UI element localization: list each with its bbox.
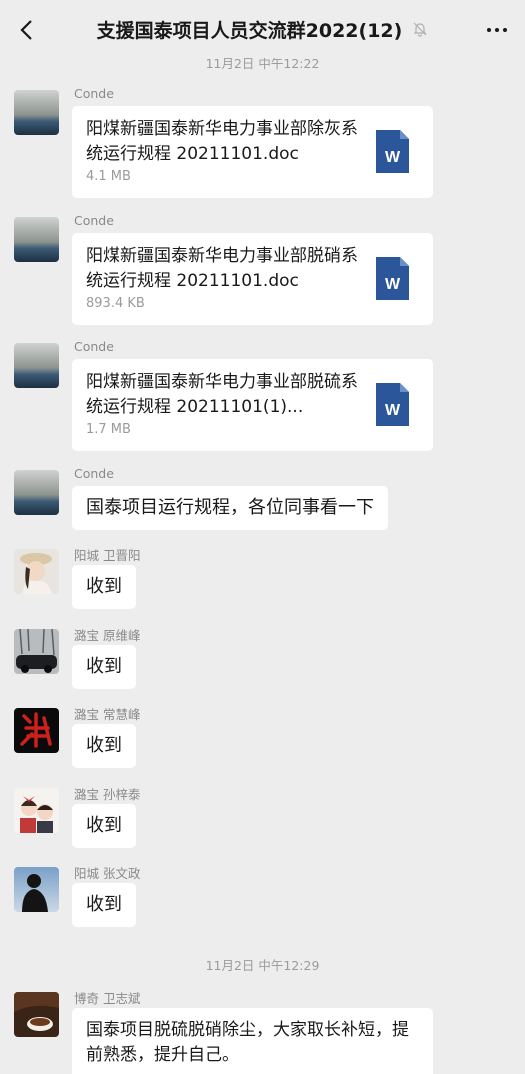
sender-name: Conde bbox=[74, 86, 114, 101]
file-message[interactable]: 阳煤新疆国泰新华电力事业部脱硝系统运行规程 20211101.doc 893.4… bbox=[72, 233, 433, 325]
sender-name: Conde bbox=[74, 466, 114, 481]
file-message[interactable]: 阳煤新疆国泰新华电力事业部脱硫系统运行规程 20211101(1)... 1.7… bbox=[72, 359, 433, 451]
avatar[interactable] bbox=[14, 629, 59, 674]
chat-header: 支援国泰项目人员交流群2022(12) bbox=[0, 0, 525, 58]
avatar[interactable] bbox=[14, 90, 59, 135]
avatar[interactable] bbox=[14, 470, 59, 515]
svg-text:W: W bbox=[385, 149, 401, 166]
sender-name: Conde bbox=[74, 213, 114, 228]
text-message-content: 国泰项目脱硫脱硝除尘，大家取长补短，提前熟悉，提升自己。 bbox=[86, 1020, 409, 1065]
sender-name: 阳城 张文政 bbox=[74, 866, 141, 881]
file-size: 893.4 KB bbox=[86, 296, 145, 311]
text-message[interactable]: 收到 bbox=[72, 724, 136, 768]
avatar[interactable] bbox=[14, 867, 59, 912]
file-size: 4.1 MB bbox=[86, 169, 131, 184]
word-doc-icon: W bbox=[376, 383, 409, 426]
avatar[interactable] bbox=[14, 217, 59, 262]
text-message[interactable]: 国泰项目脱硫脱硝除尘，大家取长补短，提前熟悉，提升自己。 bbox=[72, 1008, 433, 1074]
more-dots-icon[interactable] bbox=[483, 18, 511, 42]
sender-name: 博奇 卫志斌 bbox=[74, 991, 141, 1006]
sender-name: 阳城 卫晋阳 bbox=[74, 548, 141, 563]
avatar[interactable] bbox=[14, 343, 59, 388]
avatar[interactable] bbox=[14, 992, 59, 1037]
avatar[interactable] bbox=[14, 788, 59, 833]
svg-text:W: W bbox=[385, 276, 401, 293]
text-message[interactable]: 收到 bbox=[72, 883, 136, 927]
file-name: 阳煤新疆国泰新华电力事业部脱硝系统运行规程 20211101.doc bbox=[86, 246, 358, 291]
title-wrap: 支援国泰项目人员交流群2022(12) bbox=[97, 16, 429, 43]
text-message[interactable]: 国泰项目运行规程，各位同事看一下 bbox=[72, 486, 388, 530]
sender-name: 潞宝 原维峰 bbox=[74, 628, 141, 643]
word-doc-icon: W bbox=[376, 257, 409, 300]
file-message[interactable]: 阳煤新疆国泰新华电力事业部除灰系统运行规程 20211101.doc 4.1 M… bbox=[72, 106, 433, 198]
timestamp: 11月2日 中午12:29 bbox=[205, 958, 320, 973]
sender-name: Conde bbox=[74, 339, 114, 354]
avatar[interactable] bbox=[14, 549, 59, 594]
svg-text:W: W bbox=[385, 402, 401, 419]
file-name: 阳煤新疆国泰新华电力事业部脱硫系统运行规程 20211101(1)... bbox=[86, 372, 358, 417]
chat-title: 支援国泰项目人员交流群2022(12) bbox=[96, 19, 403, 42]
file-name: 阳煤新疆国泰新华电力事业部除灰系统运行规程 20211101.doc bbox=[86, 119, 358, 164]
bell-off-icon bbox=[412, 21, 428, 37]
sender-name: 潞宝 孙梓泰 bbox=[74, 787, 141, 802]
text-message[interactable]: 收到 bbox=[72, 645, 136, 689]
word-doc-icon: W bbox=[376, 130, 409, 173]
sender-name: 潞宝 常慧峰 bbox=[74, 707, 141, 722]
avatar[interactable] bbox=[14, 708, 59, 753]
text-message[interactable]: 收到 bbox=[72, 565, 136, 609]
file-size: 1.7 MB bbox=[86, 422, 131, 437]
text-message[interactable]: 收到 bbox=[72, 804, 136, 848]
back-icon[interactable] bbox=[14, 18, 38, 42]
